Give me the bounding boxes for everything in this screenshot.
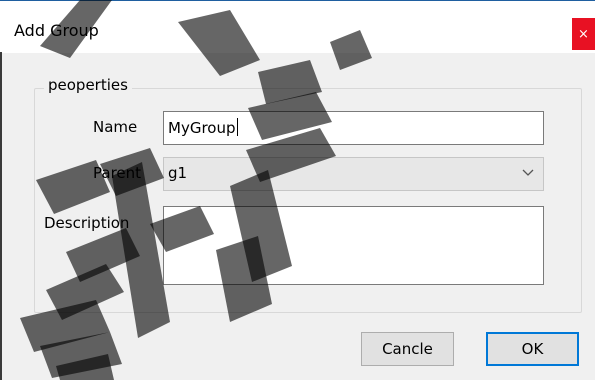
name-label: Name	[93, 118, 138, 136]
close-button[interactable]: ×	[572, 18, 595, 50]
cancel-button[interactable]: Cancle	[361, 332, 454, 366]
ok-button[interactable]: OK	[486, 332, 579, 366]
parent-select-value: g1	[168, 164, 188, 182]
name-input-value: MyGroup	[168, 119, 236, 137]
description-label: Description	[44, 214, 130, 232]
parent-label: Parent	[93, 164, 142, 182]
cancel-button-label: Cancle	[382, 340, 433, 358]
add-group-dialog: Add Group × peoperties Name MyGroup Pare…	[0, 0, 595, 380]
ok-button-label: OK	[521, 340, 544, 358]
chevron-down-icon	[522, 169, 534, 176]
close-icon: ×	[578, 26, 589, 42]
title-bar[interactable]: Add Group ×	[0, 0, 595, 53]
window-left-edge	[0, 52, 2, 380]
description-textarea[interactable]	[163, 206, 544, 285]
parent-select[interactable]: g1	[163, 157, 544, 191]
groupbox-legend: peoperties	[44, 76, 132, 94]
text-caret	[236, 118, 238, 136]
dialog-title: Add Group	[14, 21, 99, 40]
name-input[interactable]: MyGroup	[163, 111, 544, 145]
